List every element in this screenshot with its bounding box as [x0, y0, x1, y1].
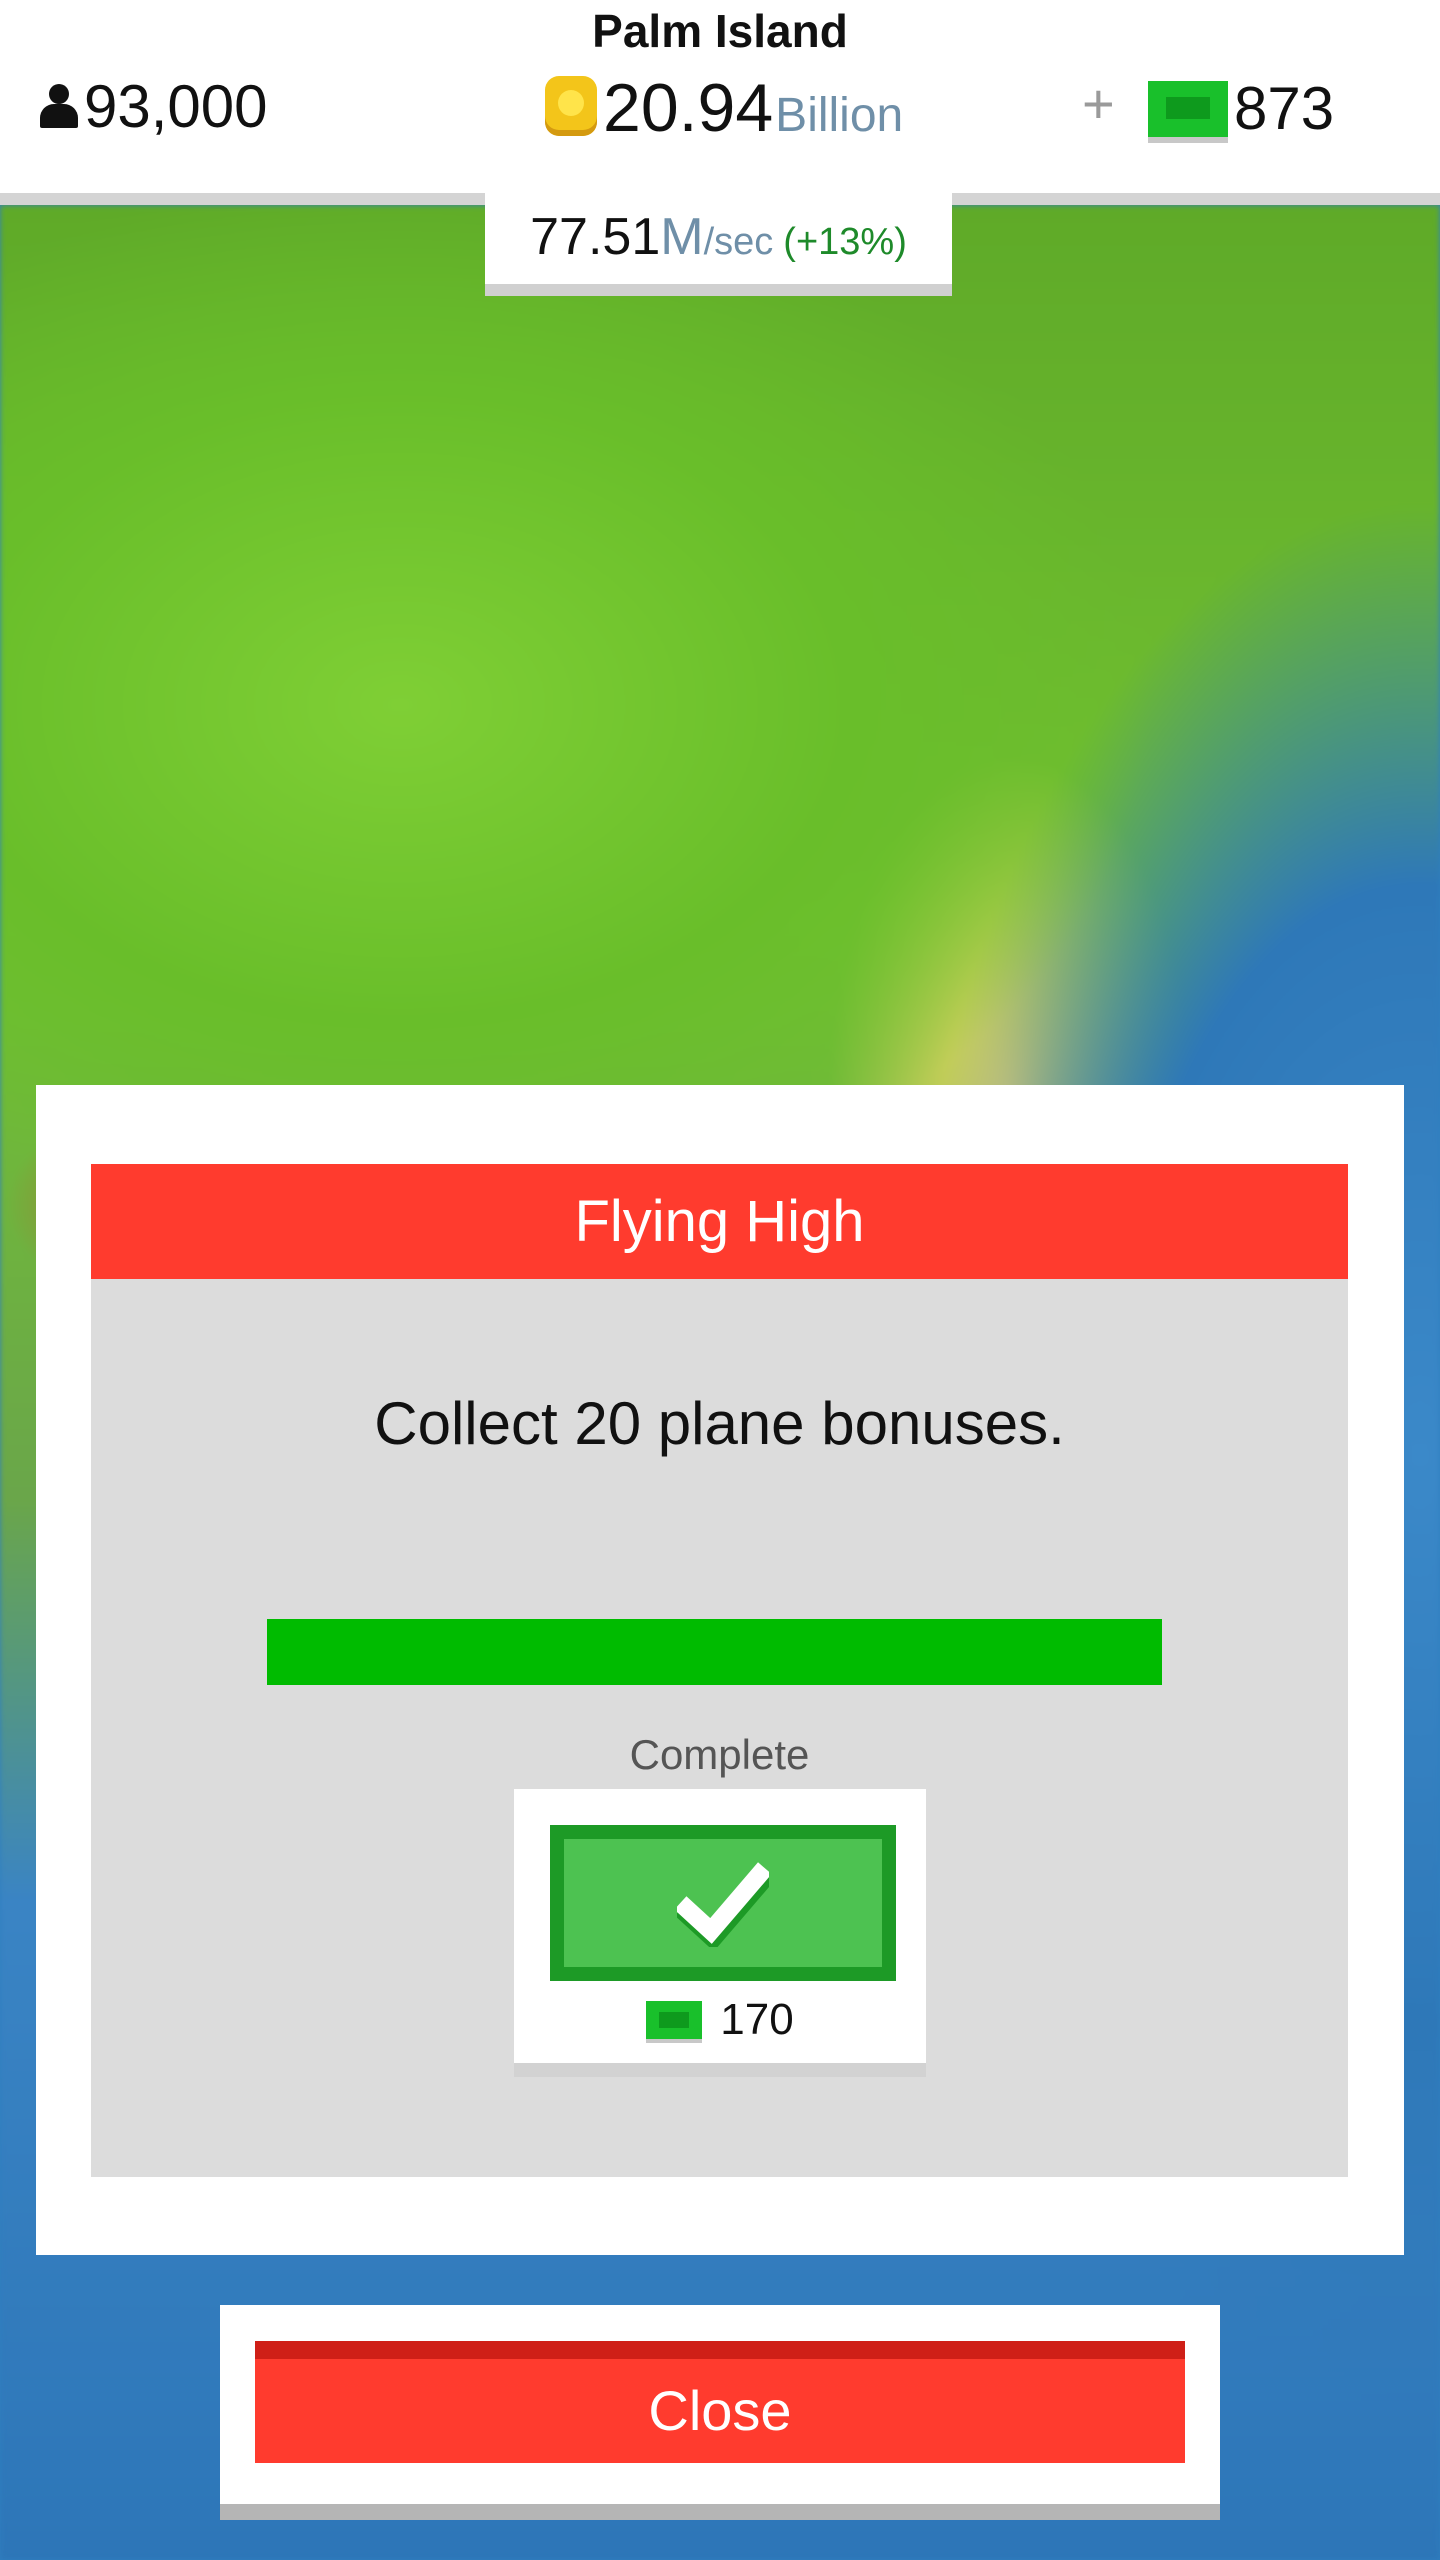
income-rate-per: /sec: [703, 221, 774, 263]
island-name: Palm Island: [592, 5, 848, 57]
close-button[interactable]: Close: [255, 2341, 1185, 2463]
achievement-progress-bar: [267, 1619, 1162, 1685]
income-bonus: (+13%): [783, 221, 907, 263]
claim-reward-button[interactable]: [550, 1825, 896, 1981]
coin-icon: [545, 76, 597, 136]
income-rate-tab: 77.51 M /sec (+13%): [485, 193, 952, 296]
reward-amount: 170: [720, 1995, 794, 2044]
cash-icon: [646, 2001, 703, 2039]
achievement-body: Collect 20 plane bonuses. Complete 170: [91, 1279, 1348, 2177]
achievement-description: Collect 20 plane bonuses.: [374, 1390, 1065, 1457]
achievement-dialog: Flying High Collect 20 plane bonuses. Co…: [36, 1085, 1404, 2255]
income-rate-value: 77.51: [530, 208, 661, 266]
person-icon: [38, 83, 80, 130]
achievement-title: Flying High: [91, 1164, 1348, 1279]
cash-icon: [1148, 80, 1228, 137]
money-value: 20.94: [603, 70, 774, 146]
top-hud: Palm Island 93,000 20.94 Billion + 873: [0, 0, 1440, 205]
reward-card: 170: [514, 1789, 926, 2077]
population-counter: 93,000: [38, 72, 268, 141]
money-counter: 20.94 Billion: [545, 74, 903, 142]
money-unit: Billion: [775, 89, 904, 142]
achievement-status: Complete: [629, 1731, 810, 1778]
cash-counter[interactable]: 873: [1148, 74, 1334, 143]
reward-amount-row: 170: [514, 1995, 926, 2045]
buy-cash-button[interactable]: +: [1082, 76, 1115, 132]
cash-value: 873: [1234, 75, 1335, 142]
population-value: 93,000: [84, 73, 268, 140]
income-rate-unit: M: [660, 208, 704, 266]
achievement-progress-fill: [267, 1619, 1162, 1685]
close-button-container: Close: [220, 2305, 1220, 2520]
check-icon: [677, 1862, 769, 1947]
